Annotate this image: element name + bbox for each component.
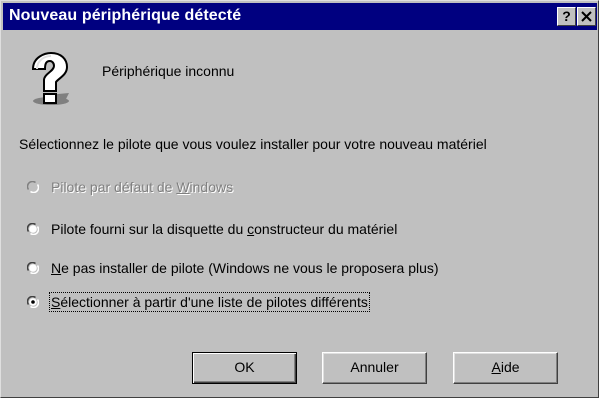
option-no-driver[interactable]: Ne pas installer de pilote (Windows ne v… (27, 259, 547, 279)
option-select-from-list-label[interactable]: Sélectionner à partir d'une liste de pil… (49, 292, 370, 312)
device-name: Périphérique inconnu (102, 63, 235, 79)
cancel-button[interactable]: Annuler (322, 352, 427, 384)
radio-select-from-list[interactable] (27, 296, 39, 308)
option-default-windows-driver: Pilote par défaut de Windows (27, 178, 297, 198)
title-close-button[interactable] (577, 7, 596, 26)
title-help-button[interactable]: ? (557, 7, 576, 26)
radio-selected-dot (31, 300, 35, 304)
instruction-text: Sélectionnez le pilote que vous voulez i… (19, 136, 487, 152)
option-manufacturer-disk[interactable]: Pilote fourni sur la disquette du constr… (27, 220, 477, 240)
ok-button[interactable]: OK (192, 352, 297, 384)
close-icon (581, 11, 592, 22)
option-default-windows-driver-label: Pilote par défaut de Windows (51, 179, 234, 195)
radio-manufacturer-disk[interactable] (27, 223, 39, 235)
radio-default-windows-driver (27, 181, 39, 193)
unknown-device-question-icon (31, 51, 69, 105)
title-bar[interactable]: Nouveau périphérique détecté ? (3, 3, 597, 30)
radio-no-driver[interactable] (27, 262, 39, 274)
help-button[interactable]: Aide (453, 352, 558, 384)
window-title: Nouveau périphérique détecté (9, 7, 242, 24)
option-manufacturer-disk-label[interactable]: Pilote fourni sur la disquette du constr… (51, 221, 397, 237)
new-hardware-dialog: Nouveau périphérique détecté ? Périphéri… (0, 0, 599, 398)
option-no-driver-label[interactable]: Ne pas installer de pilote (Windows ne v… (51, 260, 439, 276)
option-select-from-list[interactable]: Sélectionner à partir d'une liste de pil… (27, 292, 447, 313)
